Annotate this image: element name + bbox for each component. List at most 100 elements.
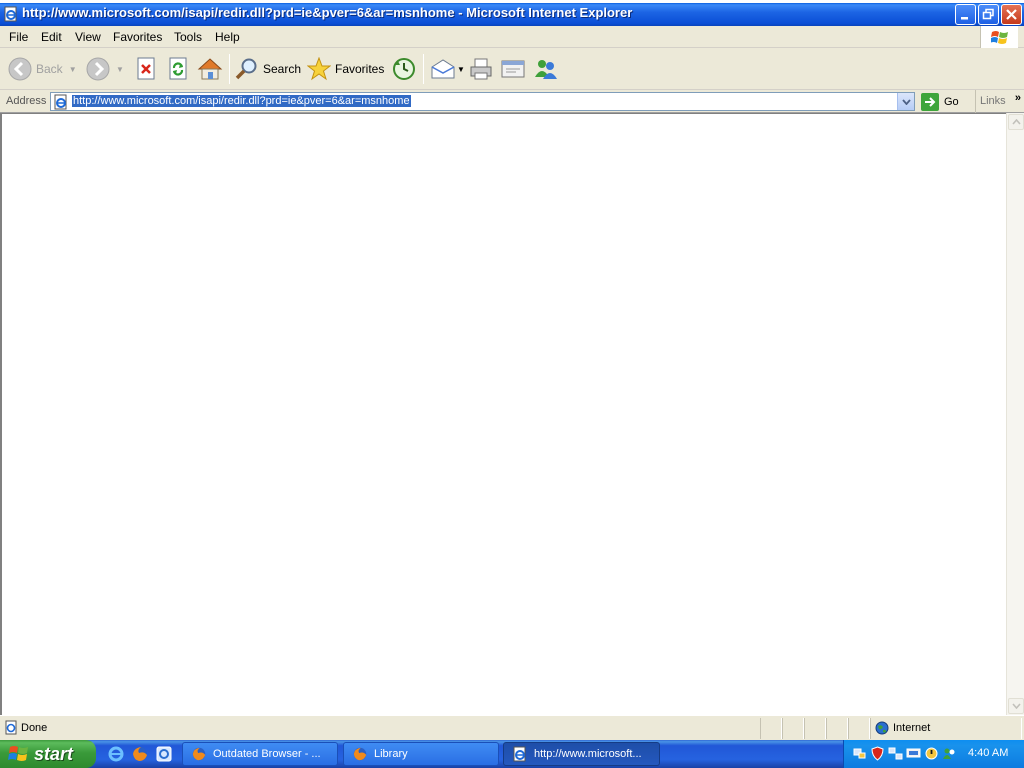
taskbar-button-ie[interactable]: http://www.microsoft... [503, 742, 660, 766]
chevron-up-icon [1011, 119, 1021, 125]
home-icon [197, 58, 223, 80]
tray-security-shield-icon[interactable] [870, 746, 885, 761]
favorites-button[interactable]: Favorites [307, 55, 384, 83]
search-label: Search [263, 62, 302, 76]
edit-page-icon [501, 60, 525, 78]
mail-dropdown-icon[interactable]: ▼ [457, 65, 465, 74]
tray-network-icon[interactable] [852, 746, 867, 761]
chevron-down-icon [901, 98, 911, 105]
search-icon [235, 58, 257, 80]
tray-display-icon[interactable] [906, 746, 921, 761]
chevron-right-icon[interactable]: » [1015, 92, 1021, 104]
menu-favorites[interactable]: Favorites [113, 30, 162, 44]
stop-icon [137, 57, 155, 80]
back-label: Back [36, 62, 63, 76]
mail-icon [431, 59, 455, 79]
back-arrow-icon [8, 57, 32, 81]
scroll-up-button[interactable] [1008, 114, 1024, 130]
ie-icon [513, 746, 526, 762]
menu-tools[interactable]: Tools [174, 30, 202, 44]
address-url-text[interactable]: http://www.microsoft.com/isapi/redir.dll… [72, 95, 411, 107]
standard-toolbar: Back ▼ ▼ Search Favorites ▼ [0, 48, 1024, 90]
windows-flag-icon [990, 31, 1008, 44]
taskbar-button-library[interactable]: Library [343, 742, 499, 766]
menu-edit[interactable]: Edit [41, 30, 62, 44]
toolbar-separator [229, 54, 230, 84]
status-pane [760, 718, 782, 739]
minimize-button[interactable] [955, 4, 976, 25]
firefox-icon [353, 747, 367, 761]
close-icon [1006, 9, 1017, 20]
address-bar: Address http://www.microsoft.com/isapi/r… [0, 90, 1024, 113]
back-dropdown-icon[interactable]: ▼ [69, 65, 77, 74]
start-button[interactable]: start [0, 740, 96, 768]
forward-dropdown-icon[interactable]: ▼ [116, 65, 124, 74]
mail-button[interactable]: ▼ [430, 55, 465, 83]
refresh-icon [169, 57, 187, 80]
close-button[interactable] [1001, 4, 1022, 25]
status-pane [826, 718, 848, 739]
printer-icon [470, 58, 492, 80]
stop-button[interactable] [135, 55, 157, 83]
status-text: Done [21, 722, 48, 734]
address-input[interactable]: http://www.microsoft.com/isapi/redir.dll… [50, 92, 915, 111]
tray-messenger-icon[interactable] [942, 746, 957, 761]
title-bar[interactable]: http://www.microsoft.com/isapi/redir.dll… [0, 0, 1024, 26]
go-arrow-icon [921, 92, 939, 111]
tray-update-icon[interactable] [924, 746, 939, 761]
quick-launch-firefox-icon[interactable] [131, 745, 149, 763]
refresh-button[interactable] [167, 55, 189, 83]
links-toolbar[interactable]: Links » [975, 90, 1024, 113]
menu-help[interactable]: Help [215, 30, 240, 44]
minimize-icon [961, 17, 968, 20]
menu-view[interactable]: View [75, 30, 101, 44]
window-title: http://www.microsoft.com/isapi/redir.dll… [22, 5, 633, 20]
scroll-down-button[interactable] [1008, 698, 1024, 714]
status-pane [848, 718, 870, 739]
links-label: Links [980, 95, 1006, 107]
system-tray: 4:40 AM [843, 740, 1024, 768]
forward-button[interactable]: ▼ [86, 55, 124, 83]
tray-connection-icon[interactable] [888, 746, 903, 761]
address-label: Address [6, 95, 47, 107]
chevron-down-icon [1011, 703, 1021, 709]
go-button[interactable]: Go [921, 92, 959, 111]
task-label: http://www.microsoft... [534, 748, 642, 760]
messenger-button[interactable] [533, 55, 559, 83]
restore-button[interactable] [978, 4, 999, 25]
favorites-star-icon [307, 57, 331, 81]
address-dropdown-button[interactable] [897, 93, 914, 110]
print-button[interactable] [469, 55, 493, 83]
page-done-icon [5, 720, 17, 735]
page-content-area[interactable] [0, 113, 1006, 715]
menu-file[interactable]: File [9, 30, 28, 44]
ie-page-icon [54, 94, 67, 110]
quick-launch-ie-icon[interactable] [107, 745, 125, 763]
clock: 4:40 AM [968, 747, 1009, 759]
go-label: Go [944, 95, 959, 108]
internet-globe-icon [875, 721, 889, 735]
security-zone-label: Internet [893, 722, 931, 734]
search-button[interactable]: Search [235, 55, 301, 83]
media-button[interactable] [392, 55, 416, 83]
messenger-icon [535, 60, 557, 79]
windows-logo-throbber [980, 26, 1018, 48]
menu-bar: File Edit View Favorites Tools Help [0, 26, 1024, 48]
quick-launch-desktop-icon[interactable] [155, 745, 173, 763]
vertical-scrollbar[interactable] [1006, 113, 1024, 715]
status-pane [804, 718, 826, 739]
status-bar: Done Internet [0, 715, 1024, 740]
home-button[interactable] [197, 55, 223, 83]
status-pane [782, 718, 804, 739]
toolbar-separator [423, 54, 424, 84]
favorites-label: Favorites [335, 62, 385, 76]
taskbar-button-outdated-browser[interactable]: Outdated Browser - ... [182, 742, 338, 766]
task-label: Outdated Browser - ... [213, 748, 321, 760]
back-button[interactable]: Back ▼ [8, 55, 77, 83]
firefox-icon [192, 747, 206, 761]
task-label: Library [374, 748, 408, 760]
restore-icon [982, 8, 994, 20]
forward-arrow-icon [86, 57, 110, 81]
ie-page-icon [4, 6, 17, 22]
edit-button[interactable] [500, 55, 526, 83]
